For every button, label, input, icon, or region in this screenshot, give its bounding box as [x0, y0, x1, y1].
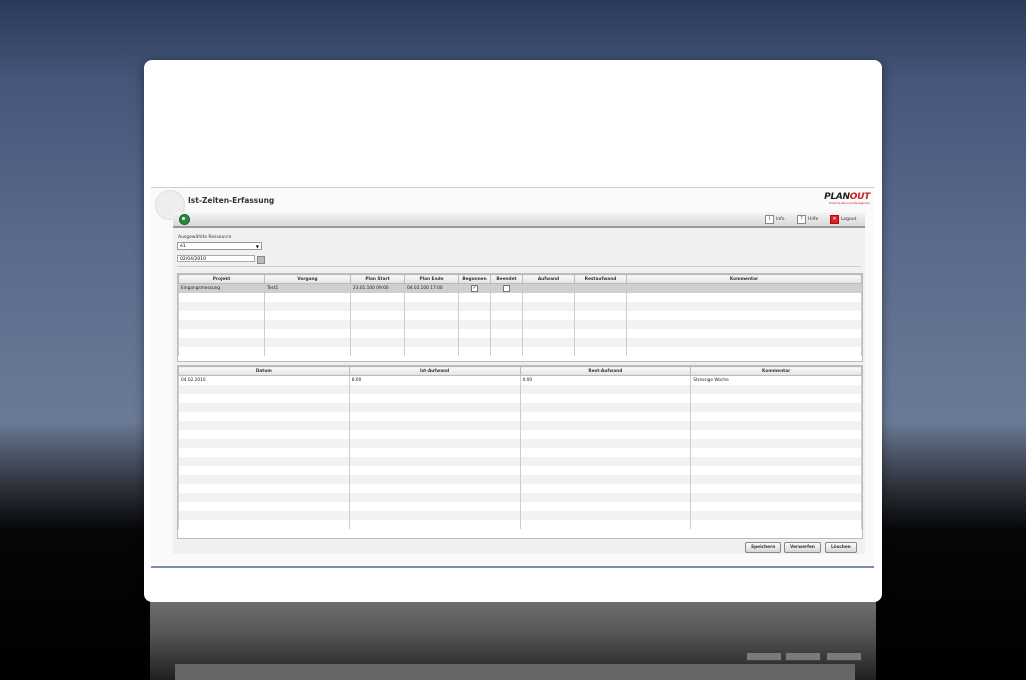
col-kommentar[interactable]: Kommentar [626, 274, 862, 284]
page-title: Ist-Zeiten-Erfassung [188, 196, 275, 205]
table-row [178, 302, 862, 311]
table-row [178, 493, 862, 502]
calendar-icon[interactable] [257, 256, 265, 264]
col-aufwand[interactable]: Aufwand [522, 274, 575, 284]
table-row [178, 385, 862, 394]
col-plan-start[interactable]: Plan Start [350, 274, 405, 284]
cell-datum[interactable]: 04.02.2010 [178, 375, 350, 385]
table-row [178, 347, 862, 356]
col-rest-aufwand[interactable]: Rest-Aufwand [519, 366, 692, 376]
col-ist-aufwand[interactable]: Ist-Aufwand [348, 366, 521, 376]
help-link[interactable]: ? Hilfe [797, 215, 818, 224]
logout-icon: ✕ [830, 215, 839, 224]
save-button[interactable]: Speichern [745, 542, 782, 553]
col-projekt[interactable]: Projekt [178, 274, 265, 284]
info-icon: i [765, 215, 774, 224]
col-kommentar[interactable]: Kommentar [690, 366, 862, 376]
table-row [178, 293, 862, 302]
cell-plan-start: 23.01.100 09:00 [350, 283, 405, 293]
col-begonnen[interactable]: Begonnen [458, 274, 491, 284]
col-beendet[interactable]: Beendet [490, 274, 523, 284]
table-row [178, 320, 862, 329]
help-icon: ? [797, 215, 806, 224]
table-row [178, 457, 862, 466]
table-row[interactable]: Eingangsmessung Test1 23.01.100 09:00 04… [178, 283, 862, 293]
reflection-panel [175, 664, 855, 680]
table-row [178, 412, 862, 421]
table-row [178, 329, 862, 338]
app-frame: Ist-Zeiten-Erfassung PLANOUT Project & R… [151, 187, 874, 568]
cell-vorgang: Test1 [264, 283, 351, 293]
table-row [178, 466, 862, 475]
begonnen-checkbox[interactable]: ✓ [471, 285, 478, 292]
cell-beendet [490, 283, 523, 293]
refresh-icon[interactable] [179, 214, 190, 225]
brand-out-text: OUT [849, 192, 871, 202]
cell-aufwand[interactable] [522, 283, 575, 293]
cell-plan-ende: 04.02.100 17:00 [404, 283, 459, 293]
date-input[interactable]: 02/04/2010 [177, 255, 255, 262]
table-row [178, 520, 862, 529]
cell-projekt: Eingangsmessung [178, 283, 265, 293]
table-row[interactable]: 04.02.2010 8:00 0:00 Stressige Woche [178, 375, 862, 385]
brand-plan-text: PLAN [824, 192, 850, 202]
cell-rest-aufwand[interactable]: 0:00 [519, 375, 692, 385]
table-row [178, 475, 862, 484]
divider [177, 266, 861, 267]
chevron-down-icon: ▼ [255, 244, 259, 249]
cell-ist-aufwand[interactable]: 8:00 [348, 375, 521, 385]
table-row [178, 439, 862, 448]
app-window: Ist-Zeiten-Erfassung PLANOUT Project & R… [144, 60, 882, 602]
timesheet-header-row: Datum Ist-Aufwand Rest-Aufwand Kommentar [178, 366, 862, 376]
reflection-button [826, 652, 862, 661]
info-label: Info [776, 217, 785, 222]
table-row [178, 502, 862, 511]
col-datum[interactable]: Datum [178, 366, 350, 376]
tasks-header-row: Projekt Vorgang Plan Start Plan Ende Beg… [178, 274, 862, 284]
col-vorgang[interactable]: Vorgang [264, 274, 351, 284]
main-panel: Ausgewählte Ressource e1 ▼ 02/04/2010 Pr… [173, 228, 865, 554]
col-plan-ende[interactable]: Plan Ende [404, 274, 459, 284]
table-row [178, 511, 862, 520]
logout-label: Logout [841, 217, 857, 222]
toolbar: i Info ? Hilfe ✕ Logout [173, 212, 865, 228]
reflection-button [746, 652, 782, 661]
table-row [178, 403, 862, 412]
discard-button[interactable]: Verwerfen [784, 542, 821, 553]
resource-select[interactable]: e1 ▼ [177, 242, 262, 250]
logout-link[interactable]: ✕ Logout [830, 215, 856, 224]
reflection-button [785, 652, 821, 661]
table-row [178, 338, 862, 347]
tasks-grid: Projekt Vorgang Plan Start Plan Ende Beg… [177, 273, 863, 362]
table-row [178, 421, 862, 430]
beendet-checkbox[interactable] [503, 285, 510, 292]
cell-restaufwand[interactable] [574, 283, 627, 293]
brand-tagline: Project & Resource Management [829, 202, 870, 205]
table-row [178, 311, 862, 320]
resource-select-value: e1 [180, 244, 186, 249]
cell-kommentar[interactable]: Stressige Woche [690, 375, 862, 385]
table-row [178, 430, 862, 439]
delete-button[interactable]: Löschen [825, 542, 857, 553]
brand-logo: PLANOUT Project & Resource Management [824, 192, 870, 205]
resource-label: Ausgewählte Ressource [178, 235, 232, 240]
table-row [178, 448, 862, 457]
timesheet-grid: Datum Ist-Aufwand Rest-Aufwand Kommentar… [177, 365, 863, 539]
col-restaufwand[interactable]: Restaufwand [574, 274, 627, 284]
table-row [178, 394, 862, 403]
reflection [150, 602, 876, 680]
help-label: Hilfe [808, 217, 819, 222]
cell-begonnen: ✓ [458, 283, 491, 293]
table-row [178, 484, 862, 493]
info-link[interactable]: i Info [765, 215, 785, 224]
cell-kommentar[interactable] [626, 283, 862, 293]
